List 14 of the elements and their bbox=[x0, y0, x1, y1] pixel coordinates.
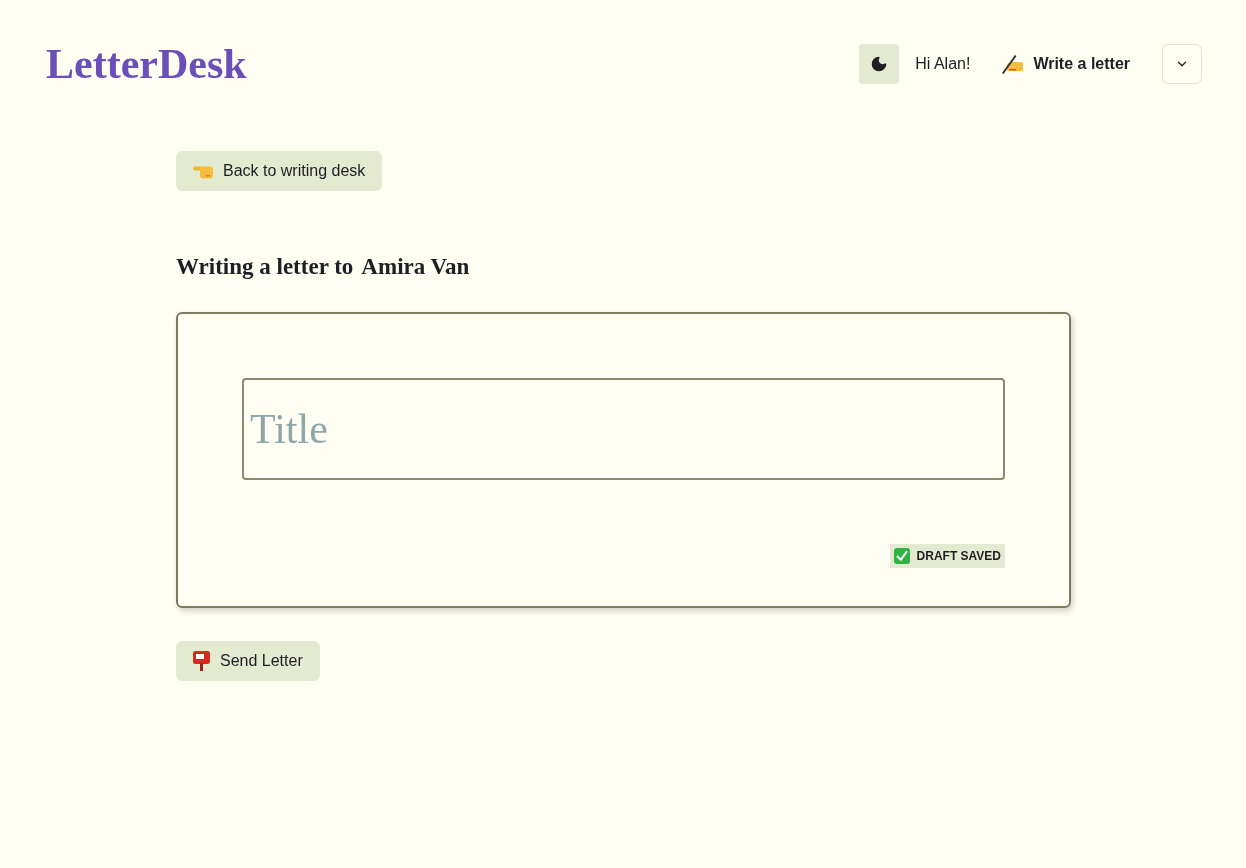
moon-icon bbox=[870, 55, 889, 73]
title-input[interactable]: Title bbox=[242, 378, 1005, 480]
checkmark-icon bbox=[893, 548, 910, 564]
draft-saved-text: DRAFT SAVED bbox=[916, 548, 1001, 565]
send-letter-button[interactable]: Send Letter bbox=[176, 641, 320, 681]
writing-hand-icon bbox=[1001, 54, 1024, 74]
write-letter-link[interactable]: Write a letter bbox=[1001, 52, 1130, 76]
greeting-text: Hi Alan! bbox=[915, 54, 971, 74]
recipient-name: Amira Van bbox=[361, 253, 470, 281]
theme-toggle-button[interactable] bbox=[859, 44, 900, 84]
heading-text: Writing a letter to bbox=[176, 253, 354, 281]
back-button[interactable]: Back to writing desk bbox=[176, 151, 383, 191]
mailbox-icon bbox=[193, 651, 210, 671]
logo[interactable]: LetterDesk bbox=[46, 44, 247, 84]
